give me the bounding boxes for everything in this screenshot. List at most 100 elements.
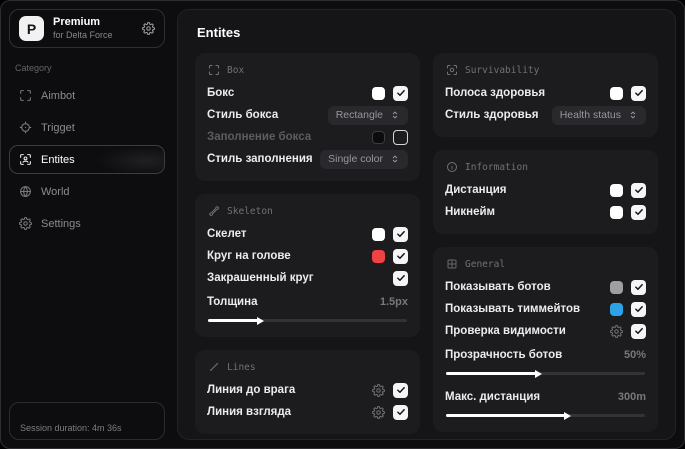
box-icon: [208, 64, 220, 76]
health-style-dropdown[interactable]: Health status: [551, 105, 646, 125]
brand-logo: P: [19, 16, 44, 41]
thickness-slider[interactable]: [208, 316, 407, 325]
sidebar-item-label: Aimbot: [41, 89, 76, 102]
max-distance-slider[interactable]: [446, 411, 645, 420]
section-title: General: [465, 258, 506, 270]
category-label: Category: [15, 63, 52, 73]
slider-value: 300m: [617, 391, 646, 403]
slider-thumb[interactable]: [564, 411, 572, 420]
checkbox[interactable]: [631, 279, 646, 295]
config-gear-icon[interactable]: [372, 383, 385, 397]
setting-row: Линия взгляда: [207, 401, 408, 423]
setting-row: Показывать ботов: [445, 276, 646, 298]
setting-label: Стиль заполнения: [207, 153, 313, 165]
skeleton-section: Skeleton Скелет Круг на голове Закрашенн…: [195, 194, 420, 337]
information-section: Information Дистанция Никнейм: [433, 150, 658, 234]
dropdown-unfold-icon: [628, 110, 638, 120]
world-icon: [19, 185, 32, 198]
checkbox[interactable]: [393, 404, 408, 420]
setting-row: Показывать тиммейтов: [445, 298, 646, 320]
setting-label: Показывать тиммейтов: [445, 303, 581, 315]
checkbox[interactable]: [631, 204, 646, 220]
checkbox[interactable]: [393, 248, 408, 264]
fill-style-dropdown[interactable]: Single color: [320, 149, 408, 169]
color-swatch[interactable]: [372, 249, 385, 263]
setting-row: Дистанция: [445, 179, 646, 201]
section-title: Skeleton: [227, 205, 273, 217]
slider-thumb[interactable]: [256, 316, 264, 325]
color-swatch[interactable]: [610, 205, 623, 219]
thickness-slider-row: Толщина 1.5px: [207, 291, 408, 325]
slider-thumb[interactable]: [534, 369, 542, 378]
config-gear-icon[interactable]: [610, 324, 623, 338]
trigget-icon: [19, 121, 32, 134]
section-title: Survivability: [465, 64, 540, 76]
setting-row: Закрашенный круг: [207, 267, 408, 289]
sidebar-item-trigget[interactable]: Trigget: [9, 113, 165, 142]
session-duration-box: Session duration: 4m 36s: [9, 402, 165, 440]
setting-row: Никнейм: [445, 201, 646, 223]
setting-label: Проверка видимости: [445, 325, 566, 337]
general-icon: [446, 258, 458, 270]
color-swatch[interactable]: [610, 280, 623, 294]
checkbox[interactable]: [631, 323, 646, 339]
setting-row: Линия до врага: [207, 379, 408, 401]
sidebar-item-world[interactable]: World: [9, 177, 165, 206]
entites-icon: [19, 153, 32, 166]
brand-gear-icon[interactable]: [142, 22, 155, 35]
max-distance-slider-row: Макс. дистанция 300m: [445, 386, 646, 420]
bot-opacity-slider[interactable]: [446, 369, 645, 378]
setting-label: Линия взгляда: [207, 406, 292, 418]
setting-label: Скелет: [207, 228, 247, 240]
setting-label: Полоса здоровья: [445, 87, 546, 99]
checkbox[interactable]: [393, 85, 408, 101]
color-swatch[interactable]: [372, 130, 385, 144]
checkbox[interactable]: [393, 129, 408, 145]
main-panel: Entites Box Бокс Стиль бокса Rectangle З…: [177, 9, 676, 440]
sidebar-item-label: Trigget: [41, 121, 75, 134]
session-duration-label: Session duration: 4m 36s: [20, 423, 122, 433]
information-icon: [446, 161, 458, 173]
color-swatch[interactable]: [372, 86, 385, 100]
bot-opacity-slider-row: Прозрачность ботов 50%: [445, 344, 646, 378]
page-title: Entites: [197, 25, 241, 40]
setting-label: Толщина: [207, 296, 258, 308]
checkbox[interactable]: [393, 226, 408, 242]
color-swatch[interactable]: [610, 86, 623, 100]
dropdown-value: Health status: [559, 108, 621, 121]
dropdown-value: Rectangle: [335, 108, 383, 121]
brand-title: Premium: [53, 16, 101, 28]
setting-label: Бокс: [207, 87, 235, 99]
config-gear-icon[interactable]: [372, 405, 385, 419]
setting-label: Стиль здоровья: [445, 109, 539, 121]
section-title: Lines: [227, 361, 256, 373]
checkbox[interactable]: [631, 85, 646, 101]
survivability-section: Survivability Полоса здоровья Стиль здор…: [433, 53, 658, 137]
sidebar-item-settings[interactable]: Settings: [9, 209, 165, 238]
checkbox[interactable]: [631, 182, 646, 198]
setting-label: Макс. дистанция: [445, 391, 541, 403]
checkbox[interactable]: [393, 270, 408, 286]
checkbox[interactable]: [393, 382, 408, 398]
app-window: P Premium for Delta Force Category Aimbo…: [0, 0, 685, 449]
sidebar-item-label: Settings: [41, 217, 81, 230]
setting-label: Никнейм: [445, 206, 496, 218]
survivability-icon: [446, 64, 458, 76]
checkbox[interactable]: [631, 301, 646, 317]
setting-row: Скелет: [207, 223, 408, 245]
slider-value: 50%: [623, 349, 646, 361]
aimbot-icon: [19, 89, 32, 102]
setting-label: Заполнение бокса: [207, 131, 312, 143]
sidebar-item-entites[interactable]: Entites: [9, 145, 165, 174]
setting-row: Полоса здоровья: [445, 82, 646, 104]
sidebar-item-aimbot[interactable]: Aimbot: [9, 81, 165, 110]
slider-value: 1.5px: [379, 296, 408, 308]
setting-row: Стиль бокса Rectangle: [207, 104, 408, 126]
color-swatch[interactable]: [610, 183, 623, 197]
color-swatch[interactable]: [372, 227, 385, 241]
dropdown-unfold-icon: [390, 154, 400, 164]
general-section: General Показывать ботов Показывать тимм…: [433, 247, 658, 432]
box-style-dropdown[interactable]: Rectangle: [327, 105, 408, 125]
sidebar: P Premium for Delta Force Category Aimbo…: [1, 1, 173, 448]
color-swatch[interactable]: [610, 302, 623, 316]
